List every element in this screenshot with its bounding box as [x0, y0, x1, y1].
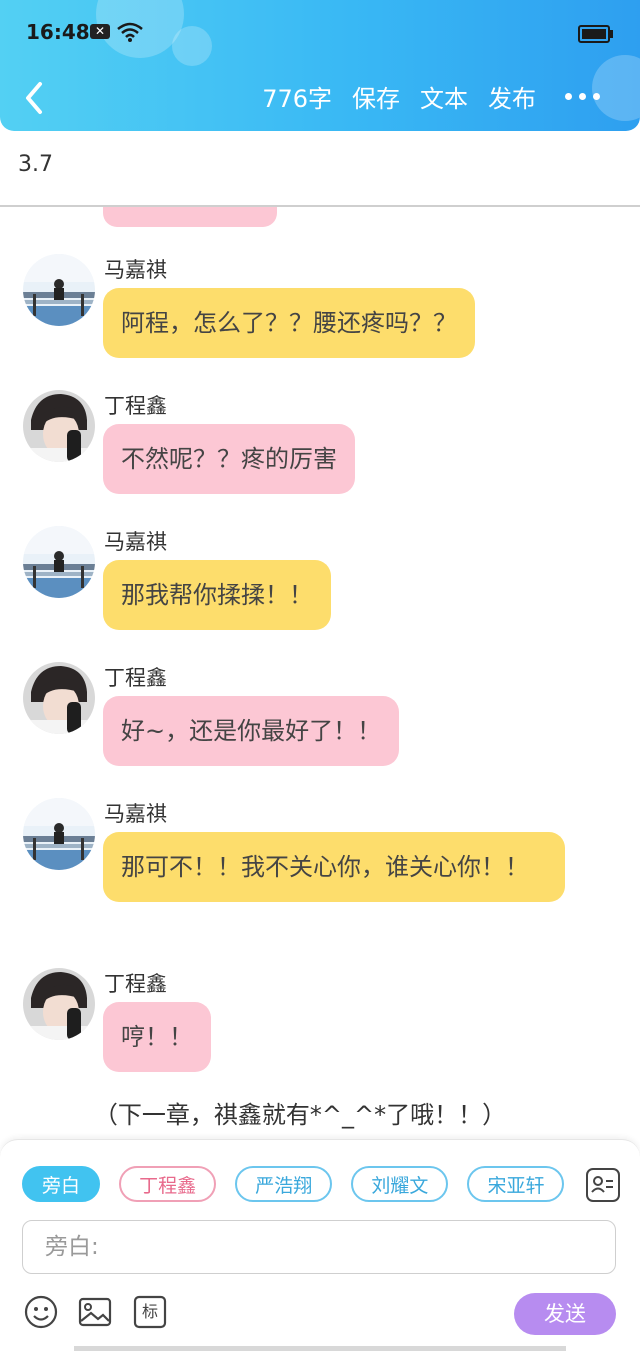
notification-icon: ✕ [90, 24, 110, 39]
tag-label: 标 [141, 1302, 158, 1321]
chat-area[interactable]: 马嘉祺 阿程，怎么了？？腰还疼吗？？ 丁程鑫 不然呢？？疼的厉害 马嘉祺 那我帮… [0, 207, 640, 1139]
emoji-button[interactable] [24, 1295, 58, 1329]
message-input[interactable] [22, 1220, 616, 1274]
avatar-ma-image [23, 526, 95, 598]
message-bubble[interactable]: 那可不！！我不关心你，谁关心你！！ [103, 832, 565, 902]
chevron-left-icon [26, 82, 42, 114]
more-dot-icon [593, 93, 600, 100]
back-button[interactable] [18, 78, 54, 118]
more-dot-icon [579, 93, 586, 100]
avatar-ma-image [23, 798, 95, 870]
composer-panel: 旁白 丁程鑫 严浩翔 刘耀文 宋亚轩 张 标 [0, 1139, 640, 1352]
image-icon [78, 1297, 112, 1327]
role-selector: 旁白 丁程鑫 严浩翔 刘耀文 宋亚轩 张 [22, 1166, 570, 1208]
role-chip-liu[interactable]: 刘耀文 [351, 1166, 449, 1202]
decor-bubble [592, 55, 640, 121]
speaker-name: 丁程鑫 [104, 394, 167, 418]
send-button[interactable]: 发送 [514, 1293, 616, 1335]
message-bubble[interactable]: 哼！！ [103, 1002, 211, 1072]
role-chip-narrator[interactable]: 旁白 [22, 1166, 101, 1202]
speaker-name: 马嘉祺 [104, 258, 167, 282]
top-header: 16:48 ✕ 776字 保存 文本 发布 [0, 0, 640, 131]
save-button[interactable]: 保存 [352, 82, 400, 116]
wifi-icon [117, 22, 143, 42]
speaker-name: 丁程鑫 [104, 666, 167, 690]
tag-button[interactable]: 标 [133, 1295, 167, 1329]
text-button[interactable]: 文本 [420, 82, 468, 116]
speaker-name: 马嘉祺 [104, 802, 167, 826]
avatar[interactable] [23, 968, 95, 1040]
message-bubble[interactable]: 好~，还是你最好了！！ [103, 696, 400, 766]
partial-message-bubble[interactable] [103, 207, 277, 227]
avatar-ding-image [23, 390, 95, 462]
more-dot-icon [565, 93, 572, 100]
role-manager-button[interactable] [586, 1168, 620, 1202]
status-time: 16:48 [26, 20, 90, 44]
home-indicator [74, 1346, 566, 1351]
avatar[interactable] [23, 390, 95, 462]
role-chip-ding[interactable]: 丁程鑫 [119, 1166, 217, 1202]
word-count[interactable]: 776字 [262, 82, 332, 116]
header-toolbar: 776字 保存 文本 发布 [262, 82, 536, 116]
avatar-ding-image [23, 968, 95, 1040]
battery-icon [578, 25, 613, 43]
avatar-ding-image [23, 662, 95, 734]
narration-text[interactable]: （下一章，祺鑫就有*^_^*了哦！！） [0, 1095, 600, 1130]
message-bubble[interactable]: 那我帮你揉揉！！ [103, 560, 331, 630]
more-menu-button[interactable] [565, 93, 600, 100]
avatar-ma-image [23, 254, 95, 326]
avatar[interactable] [23, 254, 95, 326]
role-chip-song[interactable]: 宋亚轩 [467, 1166, 565, 1202]
avatar[interactable] [23, 662, 95, 734]
image-button[interactable] [78, 1295, 112, 1329]
role-chip-yan[interactable]: 严浩翔 [235, 1166, 333, 1202]
decor-bubble [172, 26, 212, 66]
avatar[interactable] [23, 798, 95, 870]
message-bubble[interactable]: 阿程，怎么了？？腰还疼吗？？ [103, 288, 475, 358]
contact-card-icon [591, 1176, 613, 1193]
avatar[interactable] [23, 526, 95, 598]
chapter-title[interactable]: 3.7 [18, 152, 53, 177]
publish-button[interactable]: 发布 [488, 82, 536, 116]
smiley-icon [24, 1295, 58, 1329]
speaker-name: 马嘉祺 [104, 530, 167, 554]
message-bubble[interactable]: 不然呢？？疼的厉害 [103, 424, 355, 494]
speaker-name: 丁程鑫 [104, 972, 167, 996]
